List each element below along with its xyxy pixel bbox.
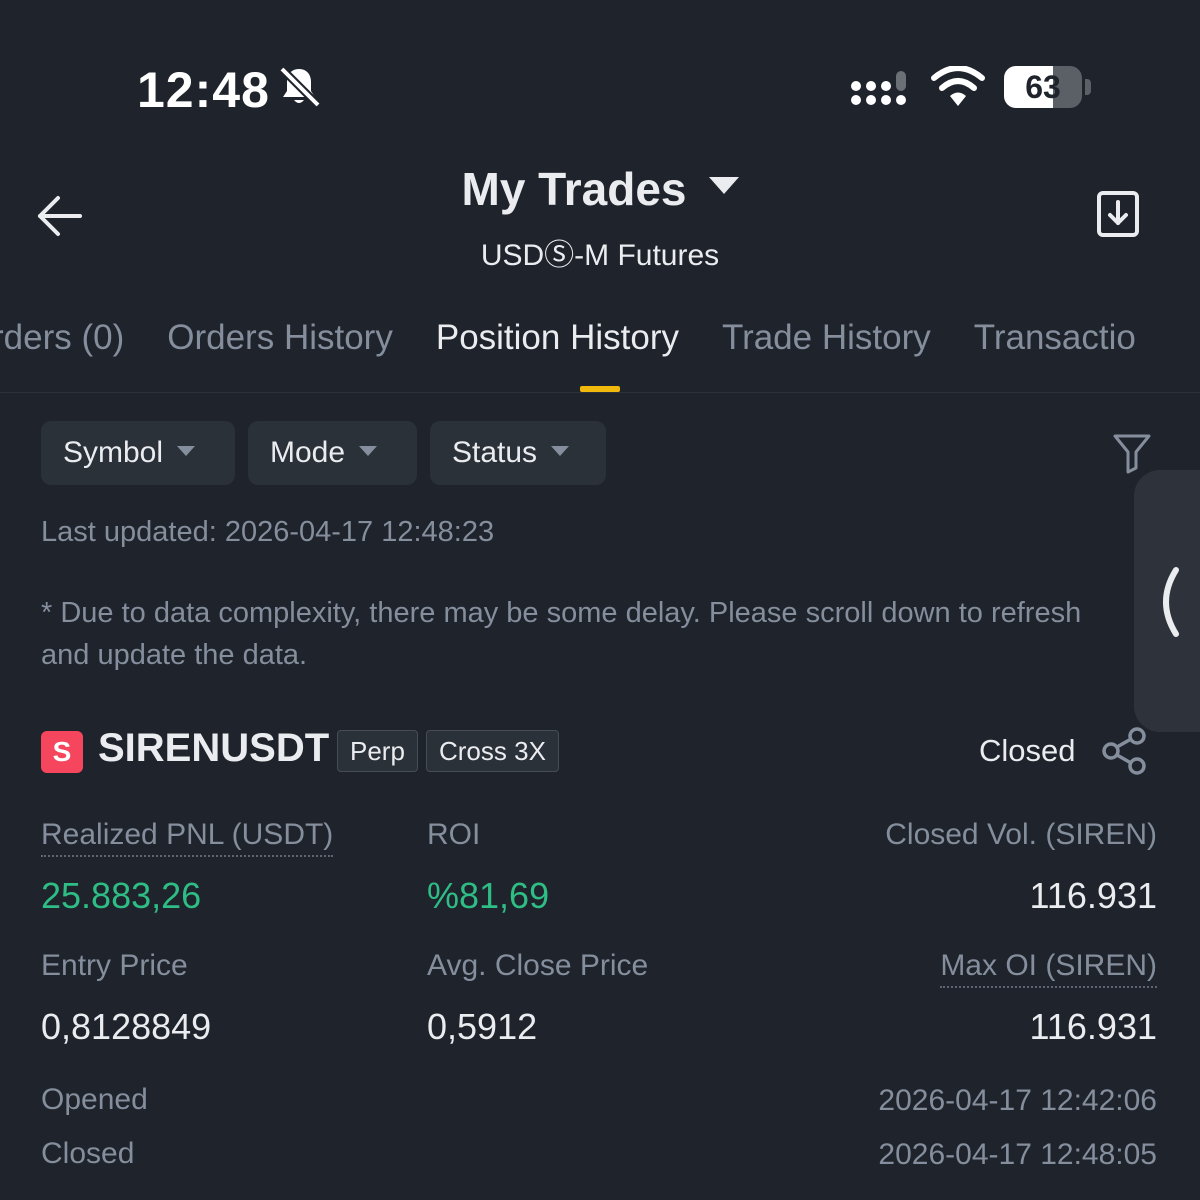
tab-transaction-history[interactable]: Transactio: [974, 318, 1136, 358]
divider: [0, 392, 1200, 393]
margin-mode-tag: Cross 3X: [426, 730, 559, 772]
opened-label: Opened: [41, 1083, 148, 1116]
mode-filter-dropdown[interactable]: Mode: [248, 421, 417, 485]
battery-indicator: 63: [1004, 66, 1091, 108]
caret-down-icon: [551, 446, 570, 457]
closed-vol-label: Closed Vol. (SIREN): [885, 818, 1157, 851]
contract-type-tag: Perp: [337, 730, 418, 772]
avg-close-price-value: 0,5912: [427, 1006, 538, 1047]
battery-percent: 63: [1025, 69, 1061, 105]
filter-funnel-icon[interactable]: [1112, 432, 1152, 474]
symbol-badge: S: [41, 731, 83, 773]
share-icon[interactable]: [1099, 726, 1149, 776]
tab-position-history[interactable]: Position History: [436, 318, 679, 358]
realized-pnl-label[interactable]: Realized PNL (USDT): [41, 818, 334, 857]
realized-pnl-value: 25.883,26: [41, 875, 202, 916]
tab-open-orders[interactable]: rders (0): [0, 318, 124, 358]
tab-bar: rders (0) Orders History Position History T…: [0, 318, 1179, 378]
download-icon[interactable]: [1096, 190, 1140, 238]
page-title-dropdown[interactable]: My Trades: [0, 162, 1200, 216]
wifi-icon: [931, 66, 985, 106]
position-status: Closed: [979, 733, 1076, 768]
mode-filter-label: Mode: [270, 436, 346, 469]
closed-time: 2026-04-17 12:48:05: [878, 1138, 1157, 1171]
caret-down-icon: [708, 176, 739, 194]
opened-time: 2026-04-17 12:42:06: [878, 1084, 1157, 1117]
status-bar-time: 12:48: [137, 62, 270, 118]
page-title: My Trades: [461, 163, 687, 215]
roi-label: ROI: [427, 818, 481, 851]
symbol-filter-dropdown[interactable]: Symbol: [41, 421, 235, 485]
entry-price-label: Entry Price: [41, 949, 188, 982]
closed-vol-value: 116.931: [1029, 875, 1157, 916]
status-filter-label: Status: [452, 436, 538, 469]
status-filter-dropdown[interactable]: Status: [430, 421, 606, 485]
symbol-name[interactable]: SIRENUSDT: [98, 726, 329, 771]
entry-price-value: 0,8128849: [41, 1006, 212, 1047]
tab-trade-history[interactable]: Trade History: [722, 318, 931, 358]
closed-label: Closed: [41, 1137, 135, 1170]
tab-orders-history[interactable]: Orders History: [167, 318, 393, 358]
page-subtitle: USDⓈ-M Futures: [480, 239, 720, 272]
data-delay-notice: * Due to data complexity, there may be s…: [41, 597, 1082, 671]
max-oi-label[interactable]: Max OI (SIREN): [940, 949, 1157, 988]
last-updated-text: Last updated: 2026-04-17 12:48:23: [41, 516, 495, 548]
cellular-signal-icon: [851, 71, 906, 105]
bell-muted-icon: [279, 66, 321, 108]
symbol-filter-label: Symbol: [63, 436, 164, 469]
roi-value: %81,69: [427, 875, 550, 916]
caret-down-icon: [177, 446, 196, 457]
caret-down-icon: [359, 446, 378, 457]
max-oi-value: 116.931: [1029, 1006, 1157, 1047]
chevron-left-icon[interactable]: [1152, 566, 1182, 638]
avg-close-price-label: Avg. Close Price: [427, 949, 649, 982]
